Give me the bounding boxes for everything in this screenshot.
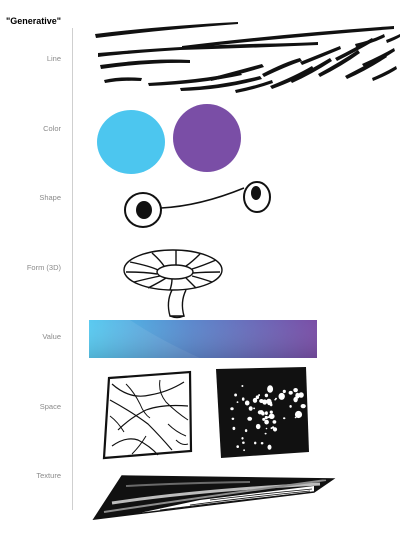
space-dot-square	[216, 367, 309, 458]
space-dot	[264, 415, 268, 420]
space-dot	[268, 413, 275, 419]
space-dot	[260, 442, 264, 445]
space-dot	[230, 407, 234, 411]
space-dot	[283, 417, 286, 420]
space-dot	[248, 406, 253, 411]
space-dot	[262, 399, 268, 405]
space-dot	[272, 420, 277, 424]
space-dot	[244, 400, 250, 406]
space-dot	[288, 390, 293, 395]
space-dot	[258, 394, 260, 397]
blue-circle	[97, 110, 165, 174]
space-dot	[234, 393, 238, 397]
space-dot	[267, 444, 272, 450]
space-dot	[247, 416, 253, 421]
space-dot	[264, 419, 269, 425]
space-dot	[293, 388, 298, 393]
space-dot	[272, 426, 275, 429]
space-dot	[265, 427, 268, 430]
space-dot	[232, 426, 236, 431]
space-dot	[264, 432, 267, 435]
space-dot	[241, 397, 245, 401]
space-dot	[275, 397, 277, 400]
space-dot	[269, 403, 273, 407]
value-gradient-bar	[89, 320, 317, 358]
space-dot	[236, 445, 239, 448]
space-dot	[282, 389, 286, 394]
space-dot	[255, 423, 261, 430]
space-dot	[236, 401, 239, 403]
space-dot	[254, 441, 257, 445]
space-line-square	[102, 370, 193, 460]
space-dot	[257, 410, 263, 415]
space-dot	[298, 392, 304, 398]
space-dot	[294, 416, 297, 419]
space-dot	[253, 407, 256, 410]
texture-wedge	[92, 475, 336, 520]
space-dot	[241, 385, 244, 387]
artwork-canvas	[89, 22, 400, 520]
space-dot	[278, 392, 285, 400]
purple-circle	[173, 104, 241, 172]
space-dot	[267, 416, 270, 419]
space-dot	[266, 398, 272, 404]
space-dot	[243, 449, 246, 452]
line-brush-strokes	[95, 22, 400, 93]
space-dot	[244, 429, 248, 433]
space-dot	[264, 411, 268, 415]
space-dot	[231, 417, 235, 420]
space-dot	[267, 385, 274, 393]
form-mushroom	[123, 249, 223, 319]
space-dot	[289, 405, 292, 408]
space-dot	[262, 417, 266, 421]
space-dot	[264, 393, 269, 398]
shape-eyes	[124, 181, 271, 228]
space-dot	[241, 437, 244, 440]
space-dot	[300, 404, 306, 409]
space-dot	[242, 441, 245, 444]
space-dot	[269, 410, 273, 414]
